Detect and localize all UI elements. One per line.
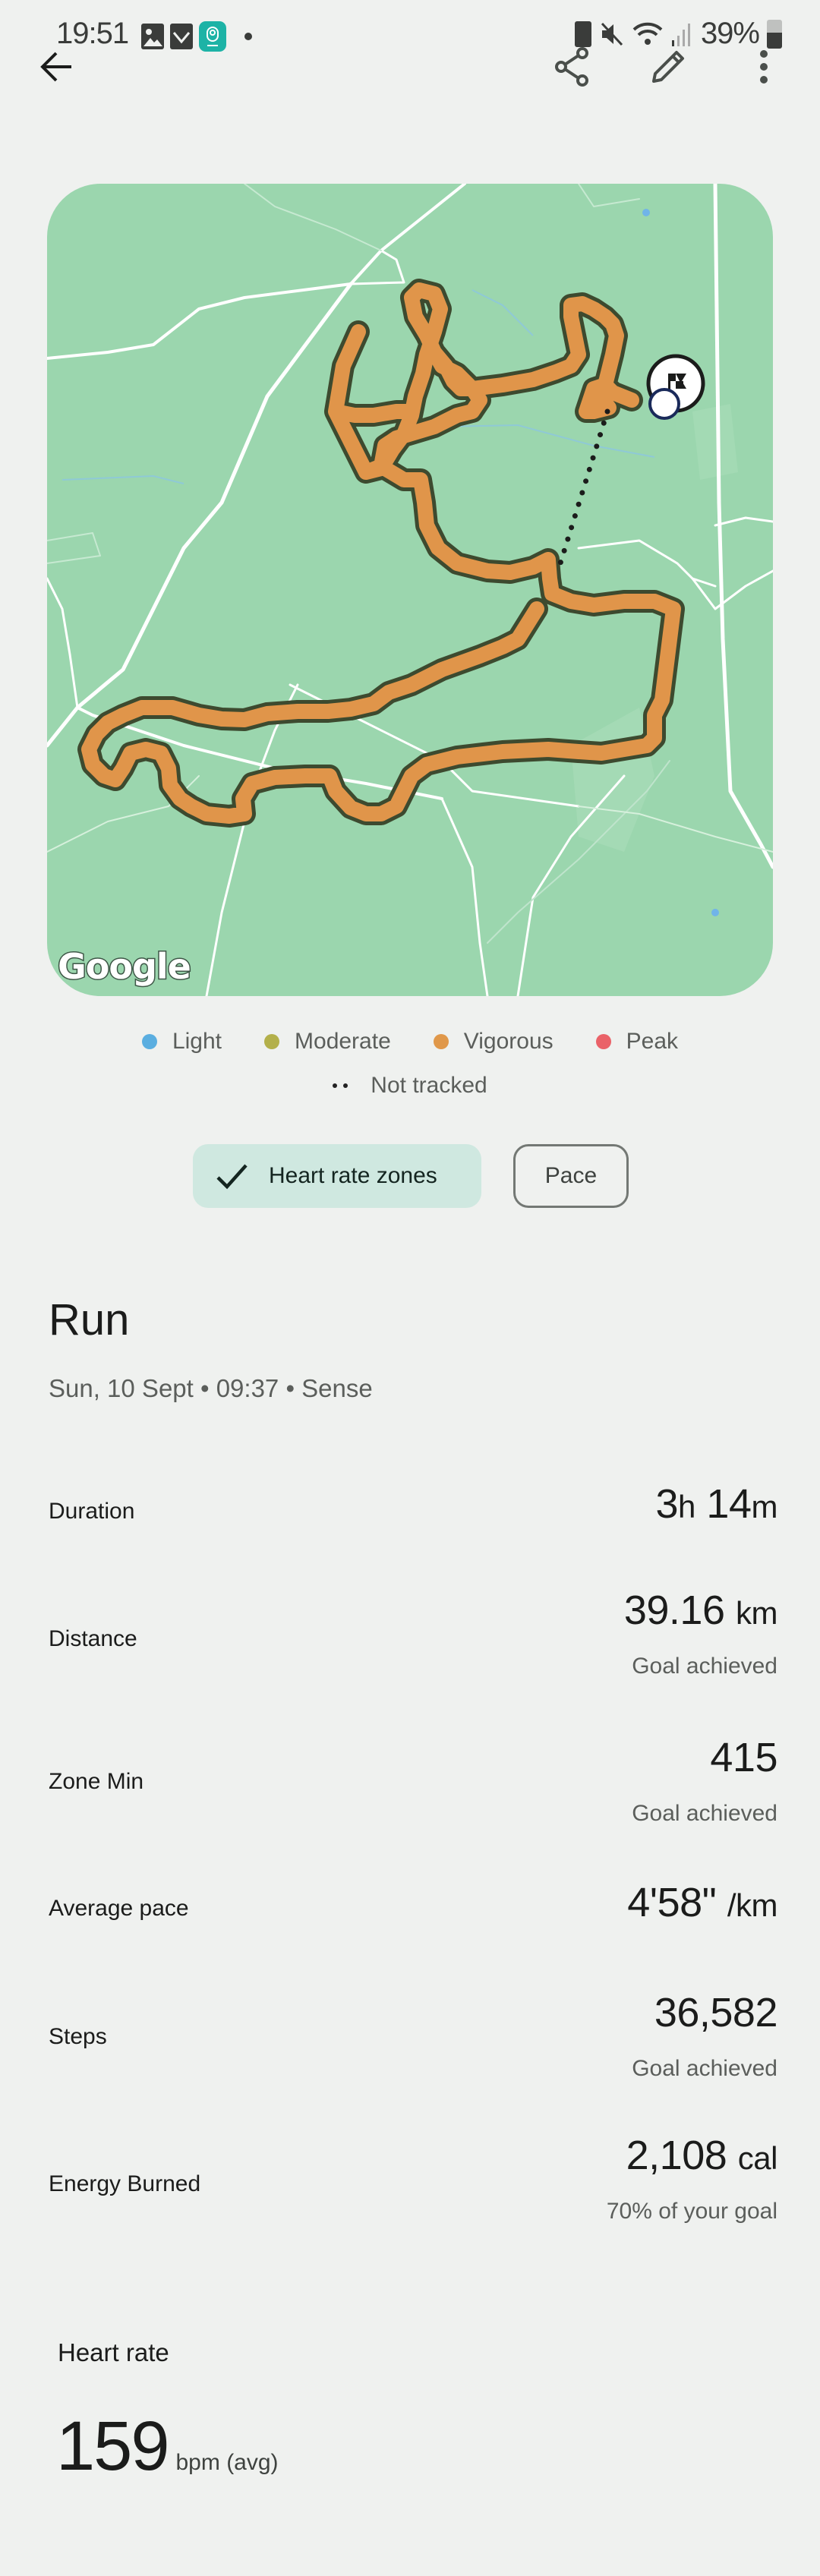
legend-not-tracked: Not tracked (0, 1073, 820, 1099)
legend-dot-moderate (264, 1034, 280, 1049)
map-park-area (571, 708, 654, 852)
stat-sub: Goal achieved (632, 1801, 777, 1826)
legend-dot-peak (595, 1034, 611, 1049)
camera-app-icon (199, 21, 226, 52)
legend-dot-light (141, 1034, 157, 1049)
legend-label: Moderate (295, 1029, 391, 1054)
duration-m-unit: m (751, 1489, 778, 1524)
gallery-icon (141, 24, 164, 49)
legend-item-peak: Peak (595, 1029, 679, 1055)
activity-subtitle: Sun, 10 Sept • 09:37 • Sense (49, 1374, 373, 1402)
stat-sub: 70% of your goal (606, 2199, 777, 2224)
edit-icon (652, 51, 684, 83)
heart-rate-zones-chip[interactable]: Heart rate zones (193, 1144, 481, 1208)
distance-value: 39.16 (623, 1588, 725, 1633)
stat-label: Energy Burned (49, 2171, 201, 2196)
stat-label: Zone Min (49, 1769, 144, 1794)
stat-value: 36,582 (654, 1990, 778, 2035)
stat-label: Steps (49, 2024, 107, 2049)
stat-value: 415 (710, 1735, 777, 1780)
notification-dot (244, 33, 252, 40)
heart-rate-value: 159 bpm (avg) (56, 2407, 279, 2486)
check-icon (216, 1164, 248, 1190)
chip-label: Pace (544, 1163, 598, 1188)
legend-item-light: Light (141, 1029, 222, 1055)
legend-item-moderate: Moderate (264, 1029, 391, 1055)
energy-value: 2,108 (626, 2133, 727, 2178)
stat-value: 39.16 km (623, 1587, 778, 1634)
map-park-area (692, 404, 738, 480)
stat-label: Average pace (49, 1896, 189, 1921)
start-marker[interactable] (648, 388, 680, 420)
duration-minutes: 14 (706, 1481, 752, 1527)
energy-unit: cal (737, 2140, 778, 2176)
map-overlay-chips: Heart rate zones Pace (0, 1144, 820, 1208)
dotted-line-icon (333, 1083, 348, 1088)
map-water (642, 209, 650, 216)
legend-dot-vigorous (433, 1034, 449, 1049)
share-icon (555, 47, 588, 87)
heart-rate-number: 159 (56, 2407, 169, 2485)
map-canvas (47, 184, 773, 996)
not-tracked-segment (557, 408, 610, 566)
more-vert-icon (760, 50, 768, 84)
more-options-button[interactable] (733, 36, 794, 97)
mute-icon (601, 22, 623, 46)
stat-sub: Goal achieved (632, 1654, 777, 1679)
legend-label: Light (172, 1029, 222, 1054)
stat-label: Duration (49, 1499, 135, 1524)
arrow-back-icon (40, 52, 71, 82)
google-attribution: Google (57, 945, 193, 988)
duration-h-unit: h (678, 1489, 695, 1524)
route-map[interactable]: Google (47, 184, 773, 996)
route-path (77, 279, 685, 828)
duration-hours: 3 (655, 1481, 679, 1527)
stat-value: 2,108 cal (626, 2132, 778, 2179)
notification-icons (141, 21, 252, 52)
pace-unit: /km (727, 1887, 778, 1923)
heart-rate-title: Heart rate (58, 2338, 169, 2366)
share-button[interactable] (542, 36, 603, 97)
chip-label: Heart rate zones (269, 1163, 437, 1188)
stat-value: 4'58" /km (627, 1879, 777, 1926)
stat-value: 3h 14m (656, 1480, 778, 1528)
activity-title: Run (49, 1295, 130, 1345)
pace-chip[interactable]: Pace (513, 1144, 629, 1208)
email-icon (170, 24, 193, 49)
distance-unit: km (736, 1595, 778, 1631)
legend-label: Peak (626, 1029, 679, 1054)
edit-button[interactable] (638, 36, 699, 97)
stat-label: Distance (49, 1626, 137, 1651)
legend-label: Vigorous (463, 1029, 554, 1054)
map-water (711, 909, 719, 916)
pace-value: 4'58" (627, 1880, 717, 1925)
zone-legend: Light Moderate Vigorous Peak (0, 1029, 820, 1055)
heart-rate-unit: bpm (avg) (175, 2450, 279, 2475)
not-tracked-label: Not tracked (371, 1073, 487, 1098)
stat-sub: Goal achieved (632, 2056, 777, 2081)
legend-item-vigorous: Vigorous (433, 1029, 554, 1055)
back-button[interactable] (26, 36, 87, 97)
